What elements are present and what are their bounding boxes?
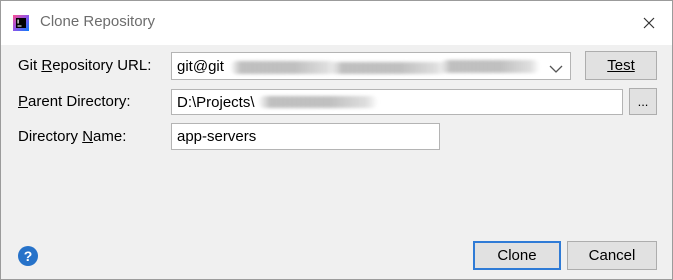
chevron-down-icon[interactable] [549,61,563,73]
git-url-label-text: Git Repository URL: [18,57,152,74]
redaction-blur [330,62,448,74]
test-button[interactable]: Test [585,51,657,80]
redaction-blur [230,61,338,74]
cancel-button-label: Cancel [588,247,636,264]
parent-directory-value: D:\Projects\ [177,94,255,111]
directory-name-value: app-servers [177,128,257,145]
close-button[interactable] [636,11,662,35]
cancel-button[interactable]: Cancel [567,241,657,270]
parent-directory-input[interactable]: D:\Projects\ [171,89,623,115]
redaction-blur [440,60,540,73]
intellij-app-icon [13,15,29,31]
browse-button[interactable]: ... [629,88,657,115]
close-icon [643,17,655,29]
test-button-label: Test [607,57,635,74]
clone-button[interactable]: Clone [473,241,561,270]
help-icon: ? [23,248,33,264]
git-url-combobox[interactable]: git@git [171,52,571,80]
clone-button-label: Clone [497,247,537,264]
redaction-blur [258,96,378,108]
clone-repository-dialog: Clone Repository Git Repository URL: git… [0,0,673,280]
parent-directory-label-text: Parent Directory: [18,93,131,110]
directory-name-label: Directory Name: [18,128,126,145]
dialog-title: Clone Repository [40,13,156,30]
directory-name-input[interactable]: app-servers [171,123,440,150]
git-url-value: git@git [177,58,224,75]
browse-button-label: ... [637,94,649,109]
title-bar: Clone Repository [1,1,672,45]
git-url-label: Git Repository URL: [18,57,151,74]
parent-directory-label: Parent Directory: [18,93,131,110]
help-button[interactable]: ? [18,246,38,266]
directory-name-label-text: Directory Name: [18,128,127,145]
